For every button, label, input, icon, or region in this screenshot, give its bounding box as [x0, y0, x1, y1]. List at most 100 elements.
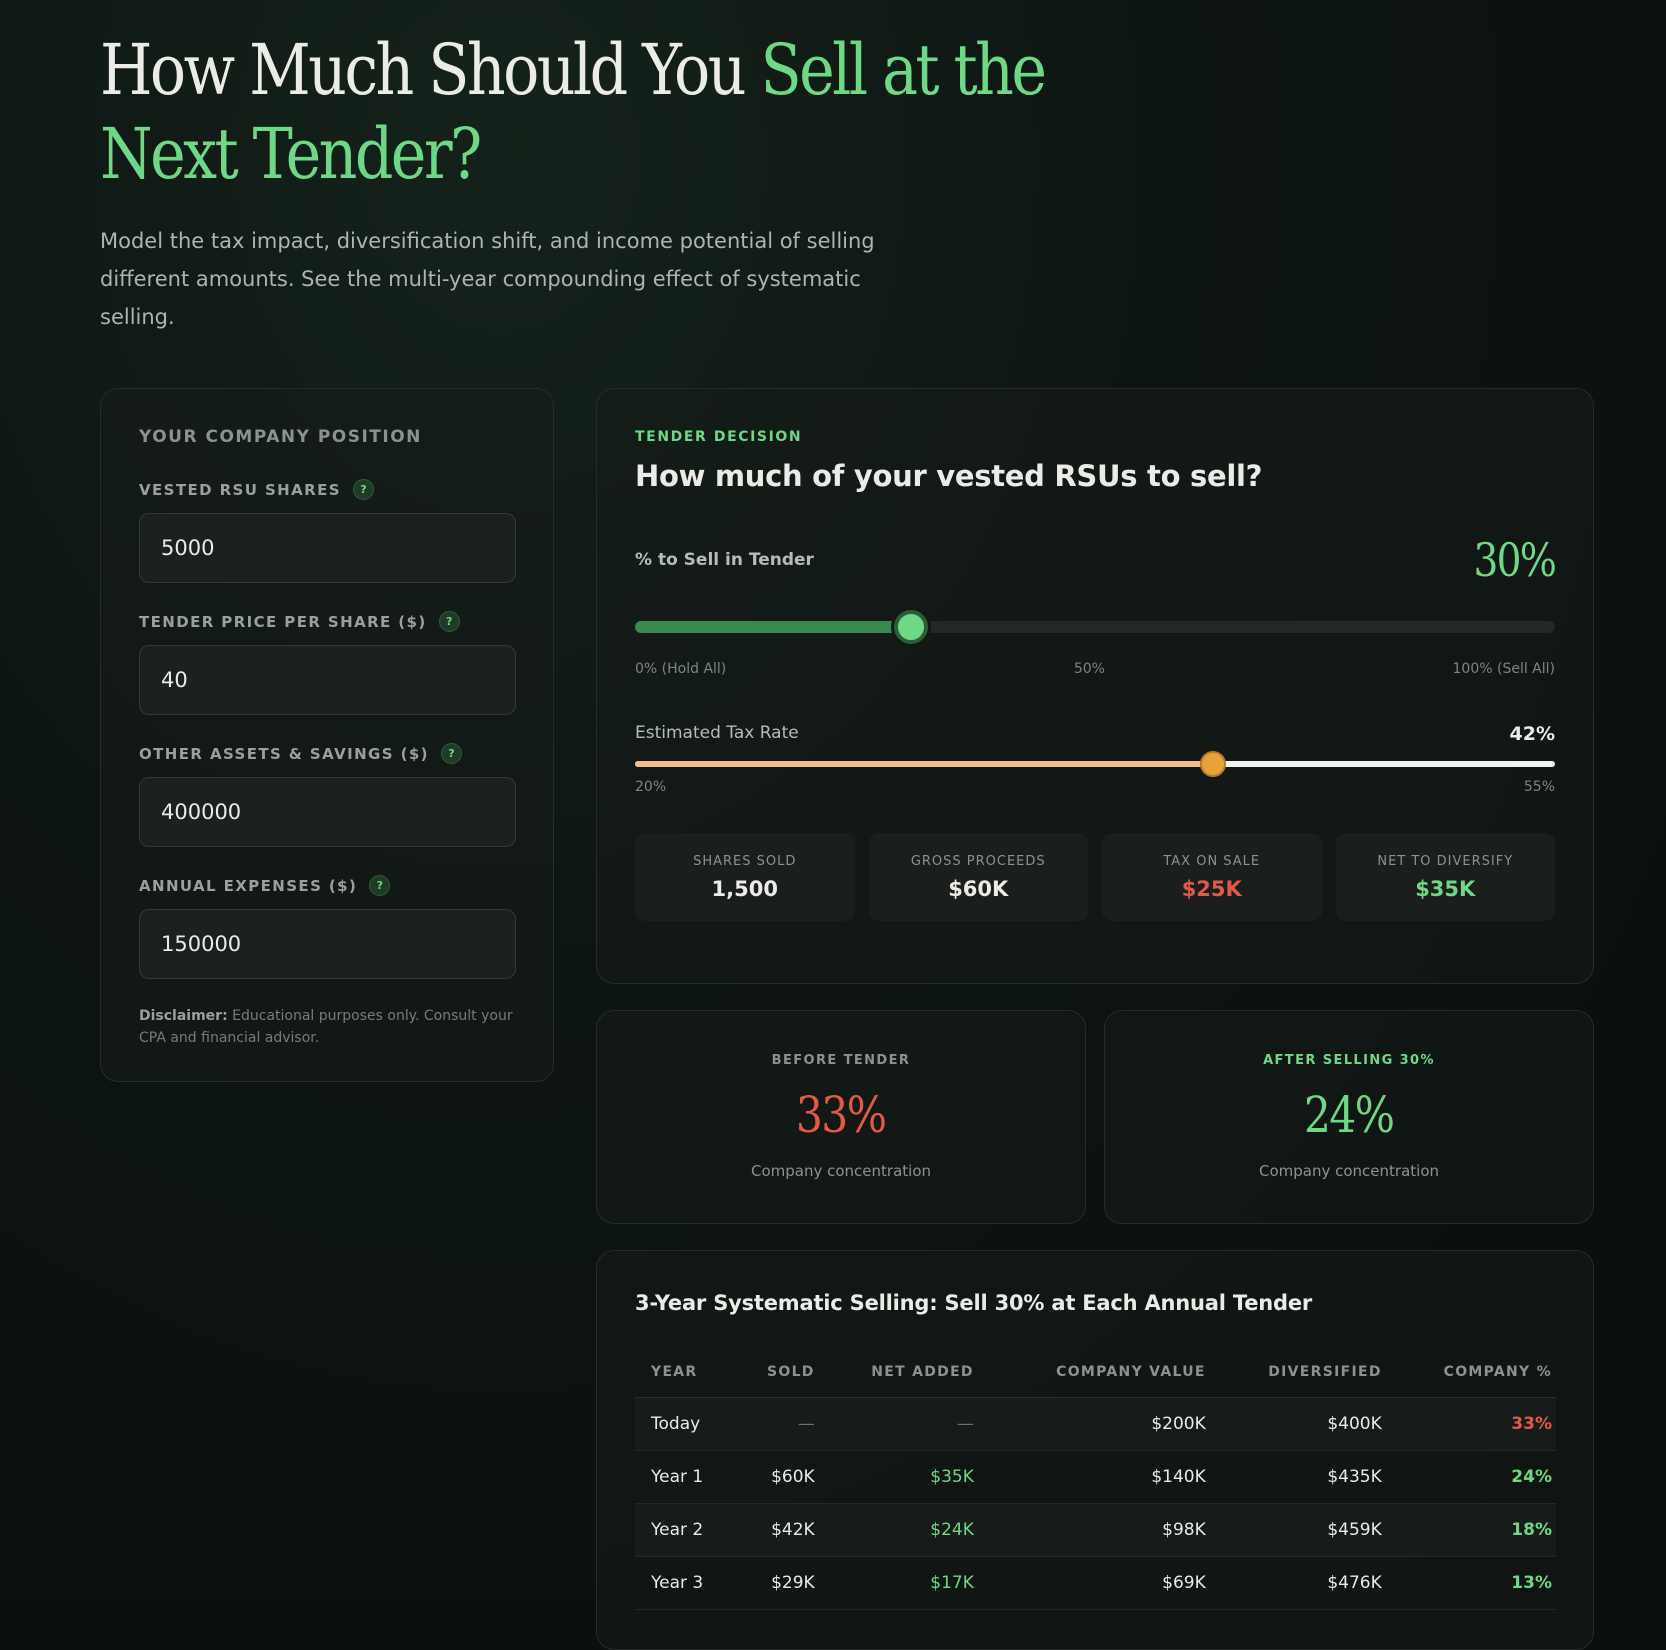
- table-cell: 24%: [1381, 1450, 1556, 1504]
- table-cell: $435K: [1205, 1450, 1382, 1504]
- table-cell: $476K: [1205, 1556, 1382, 1610]
- help-icon[interactable]: ?: [352, 479, 374, 500]
- table-cell: 18%: [1381, 1503, 1556, 1557]
- page-subtitle: Model the tax impact, diversification sh…: [100, 229, 875, 329]
- col-header-diversified: DIVERSIFIED: [1205, 1347, 1382, 1398]
- help-icon[interactable]: ?: [440, 743, 462, 764]
- vested-rsu-label: VESTED RSU SHARES ?: [139, 479, 515, 500]
- col-header-sold: SOLD: [740, 1347, 815, 1398]
- slider-mark-min: 0% (Hold All): [635, 661, 727, 677]
- before-tender-card: BEFORE TENDER 33% Company concentration: [596, 1010, 1086, 1224]
- help-icon[interactable]: ?: [369, 875, 391, 896]
- systematic-selling-card: 3-Year Systematic Selling: Sell 30% at E…: [596, 1250, 1594, 1650]
- before-tender-value: 33%: [796, 1086, 887, 1144]
- stat-value: $35K: [1415, 876, 1476, 901]
- disclaimer-bold: Disclaimer:: [139, 1008, 228, 1024]
- table-cell: 13%: [1381, 1556, 1556, 1610]
- tax-slider-marks: 20% 55%: [635, 779, 1555, 795]
- col-header-company-value: COMPANY VALUE: [973, 1347, 1206, 1398]
- table-cell: $459K: [1205, 1503, 1382, 1557]
- table-cell: $29K: [740, 1556, 815, 1610]
- field-label-text: OTHER ASSETS & SAVINGS ($): [139, 744, 429, 763]
- field-label-text: TENDER PRICE PER SHARE ($): [139, 612, 427, 631]
- table-cell: $60K: [740, 1450, 815, 1504]
- slider-mark-max: 100% (Sell All): [1452, 661, 1555, 677]
- stat-gross-proceeds: GROSS PROCEEDS $60K: [868, 833, 1088, 921]
- table-cell: —: [740, 1397, 815, 1451]
- after-selling-subtext: Company concentration: [1258, 1162, 1439, 1180]
- field-label-text: ANNUAL EXPENSES ($): [139, 876, 358, 895]
- section-tag: TENDER DECISION: [635, 429, 803, 445]
- page-title-main: How Much Should You: [100, 29, 761, 111]
- other-assets-label: OTHER ASSETS & SAVINGS ($) ?: [139, 743, 515, 764]
- table-row: Year 2 $42K $24K $98K $459K 18%: [635, 1503, 1556, 1557]
- tax-rate-slider[interactable]: [635, 751, 1555, 777]
- table-header-row: YEAR SOLD NET ADDED COMPANY VALUE DIVERS…: [635, 1347, 1556, 1398]
- vested-rsu-input[interactable]: [139, 513, 516, 583]
- table-cell: —: [814, 1397, 974, 1451]
- annual-expenses-input[interactable]: [139, 909, 516, 979]
- table-row: Year 3 $29K $17K $69K $476K 13%: [635, 1556, 1556, 1610]
- decision-heading: How much of your vested RSUs to sell?: [635, 459, 1263, 493]
- col-header-net-added: NET ADDED: [814, 1347, 974, 1398]
- company-position-panel: YOUR COMPANY POSITION VESTED RSU SHARES …: [100, 388, 554, 1082]
- panel-title: YOUR COMPANY POSITION: [139, 427, 422, 447]
- after-selling-value: 24%: [1304, 1086, 1395, 1144]
- stat-value: 1,500: [711, 876, 778, 901]
- tender-price-label: TENDER PRICE PER SHARE ($) ?: [139, 611, 515, 632]
- stat-value: $25K: [1181, 876, 1242, 901]
- sell-percent-row: % to Sell in Tender 30%: [635, 533, 1557, 587]
- col-header-year: YEAR: [635, 1347, 741, 1398]
- tender-decision-card: TENDER DECISION How much of your vested …: [596, 388, 1594, 984]
- table-cell: Year 1: [635, 1450, 741, 1504]
- table-cell: Today: [635, 1397, 741, 1451]
- stat-label: SHARES SOLD: [693, 853, 797, 869]
- sell-percent-slider[interactable]: [635, 610, 1555, 644]
- hero-section: How Much Should You Sell at the Next Ten…: [100, 28, 1100, 336]
- stat-tax-on-sale: TAX ON SALE $25K: [1102, 833, 1322, 921]
- slider-mark-mid: 50%: [1073, 661, 1105, 677]
- page-title: How Much Should You Sell at the Next Ten…: [100, 28, 1098, 196]
- sell-percent-value: 30%: [1473, 533, 1557, 587]
- before-tender-subtext: Company concentration: [750, 1162, 931, 1180]
- stat-shares-sold: SHARES SOLD 1,500: [635, 833, 855, 921]
- before-tender-label: BEFORE TENDER: [771, 1053, 911, 1068]
- tax-rate-label: Estimated Tax Rate: [635, 723, 799, 743]
- table-cell: $24K: [814, 1503, 974, 1557]
- stat-label: GROSS PROCEEDS: [910, 853, 1046, 869]
- col-header-company-percent: COMPANY %: [1381, 1347, 1556, 1398]
- tender-price-input[interactable]: [139, 645, 516, 715]
- slider-thumb[interactable]: [894, 610, 928, 644]
- slider-fill: [635, 621, 911, 633]
- help-icon[interactable]: ?: [438, 611, 460, 632]
- table-cell: $42K: [740, 1503, 815, 1557]
- annual-expenses-label: ANNUAL EXPENSES ($) ?: [139, 875, 515, 896]
- disclaimer: Disclaimer: Educational purposes only. C…: [139, 1005, 515, 1049]
- tax-rate-row: Estimated Tax Rate 42%: [635, 723, 1555, 745]
- stats-row: SHARES SOLD 1,500 GROSS PROCEEDS $60K TA…: [635, 833, 1555, 921]
- tax-rate-value: 42%: [1509, 723, 1555, 745]
- table-cell: $200K: [973, 1397, 1206, 1451]
- table-cell: 33%: [1381, 1397, 1556, 1451]
- table-cell: $69K: [973, 1556, 1206, 1610]
- stat-value: $60K: [948, 876, 1009, 901]
- slider-fill: [635, 761, 1214, 767]
- other-assets-input[interactable]: [139, 777, 516, 847]
- table-cell: Year 2: [635, 1503, 741, 1557]
- sell-percent-label: % to Sell in Tender: [635, 550, 814, 570]
- table-cell: $98K: [973, 1503, 1206, 1557]
- slider-mark-max: 55%: [1523, 779, 1555, 795]
- field-label-text: VESTED RSU SHARES: [139, 480, 341, 499]
- after-selling-card: AFTER SELLING 30% 24% Company concentrat…: [1104, 1010, 1594, 1224]
- slider-thumb[interactable]: [1200, 751, 1227, 777]
- after-selling-label: AFTER SELLING 30%: [1263, 1053, 1435, 1068]
- table-title: 3-Year Systematic Selling: Sell 30% at E…: [635, 1291, 1313, 1315]
- table-cell: $400K: [1205, 1397, 1382, 1451]
- systematic-selling-table: YEAR SOLD NET ADDED COMPANY VALUE DIVERS…: [635, 1347, 1556, 1610]
- stat-label: NET TO DIVERSIFY: [1377, 853, 1514, 869]
- table-cell: $17K: [814, 1556, 974, 1610]
- stat-net-to-diversify: NET TO DIVERSIFY $35K: [1335, 833, 1555, 921]
- table-cell: $35K: [814, 1450, 974, 1504]
- sell-slider-marks: 0% (Hold All) 50% 100% (Sell All): [635, 661, 1555, 677]
- table-cell: Year 3: [635, 1556, 741, 1610]
